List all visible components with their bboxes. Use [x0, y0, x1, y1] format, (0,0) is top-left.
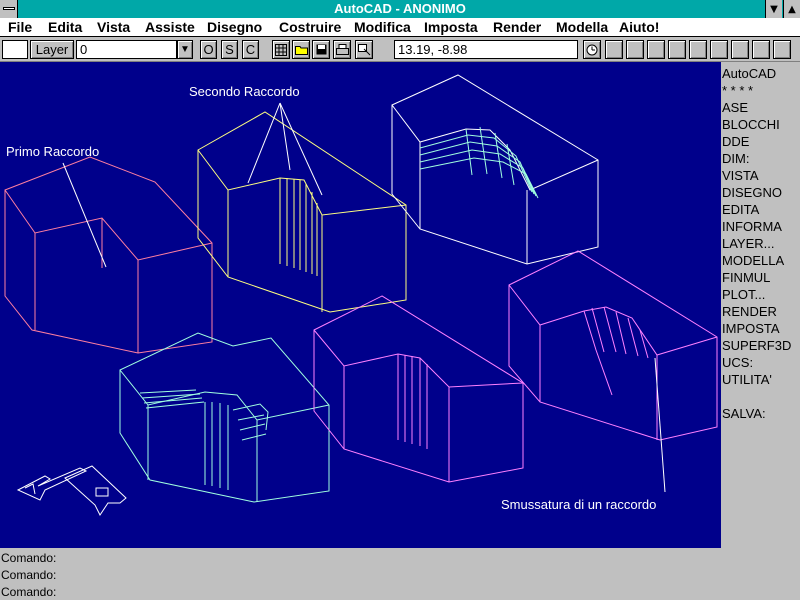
- toolbar-blank-button-9[interactable]: [773, 40, 791, 59]
- screen-menu-item[interactable]: EDITA: [722, 202, 759, 217]
- color-swatch[interactable]: [2, 40, 28, 59]
- screen-menu-item[interactable]: IMPOSTA: [722, 321, 780, 336]
- toolbar-blank-button-8[interactable]: [752, 40, 770, 59]
- menu-bar: File Edita Vista Assiste Disegno Costrui…: [0, 18, 800, 37]
- layer-button[interactable]: Layer: [30, 40, 74, 59]
- layer-dropdown-arrow[interactable]: ▼: [177, 40, 193, 59]
- coordinates-value: 13.19, -8.98: [398, 42, 468, 57]
- menu-costruire[interactable]: Costruire: [279, 19, 341, 35]
- coordinates-display: 13.19, -8.98: [394, 40, 578, 59]
- toolbar-blank-button-2[interactable]: [626, 40, 644, 59]
- chevron-down-icon: ▼: [180, 44, 190, 55]
- screen-menu-item[interactable]: INFORMA: [722, 219, 782, 234]
- maximize-button[interactable]: ▲: [783, 0, 800, 18]
- toolbar-blank-button-5[interactable]: [689, 40, 707, 59]
- screen-menu-item[interactable]: DDE: [722, 134, 749, 149]
- screen-menu-item[interactable]: DIM:: [722, 151, 749, 166]
- label-secondo-raccordo: Secondo Raccordo: [189, 84, 300, 99]
- layer-dropdown[interactable]: 0: [76, 40, 177, 59]
- menu-vista[interactable]: Vista: [97, 19, 130, 35]
- timer-button[interactable]: [583, 40, 601, 59]
- osnap-button-c[interactable]: C: [242, 40, 259, 59]
- screen-menu-item[interactable]: UTILITA': [722, 372, 772, 387]
- screen-menu-item[interactable]: VISTA: [722, 168, 759, 183]
- screen-menu-item[interactable]: LAYER...: [722, 236, 775, 251]
- menu-file[interactable]: File: [8, 19, 32, 35]
- solid-raccordo-4: [119, 332, 330, 503]
- label-smussatura: Smussatura di un raccordo: [501, 497, 656, 512]
- solid-raccordo-5: [313, 295, 524, 483]
- grid-icon: [275, 43, 287, 56]
- pick-cursor-icon: [357, 43, 370, 55]
- print-button[interactable]: [333, 40, 351, 59]
- solid-primo-raccordo: [4, 156, 213, 354]
- command-line: Comando:: [1, 551, 57, 565]
- screen-menu-item[interactable]: UCS:: [722, 355, 753, 370]
- screen-menu-item[interactable]: RENDER: [722, 304, 777, 319]
- grid-button[interactable]: [272, 40, 290, 59]
- screen-menu-item[interactable]: SALVA:: [722, 406, 766, 421]
- menu-disegno[interactable]: Disegno: [207, 19, 262, 35]
- menu-imposta[interactable]: Imposta: [424, 19, 478, 35]
- drawing-area[interactable]: Primo Raccordo Secondo Raccordo Smussatu…: [0, 62, 721, 548]
- screen-menu-item[interactable]: AutoCAD: [722, 66, 776, 81]
- screen-menu-item[interactable]: SUPERF3D: [722, 338, 791, 353]
- title-bar: AutoCAD - ANONIMO ▼ ▲: [0, 0, 800, 18]
- leader-primo: [62, 162, 107, 268]
- window-title: AutoCAD - ANONIMO: [334, 1, 466, 16]
- leader-secondo: [247, 102, 323, 196]
- menu-aiuto[interactable]: Aiuto!: [619, 19, 659, 35]
- minimize-icon: ▼: [770, 3, 778, 15]
- open-folder-icon: [294, 46, 308, 55]
- screen-menu-item[interactable]: * * * *: [722, 83, 753, 98]
- osnap-button-s[interactable]: S: [221, 40, 238, 59]
- command-line: Comando:: [1, 568, 57, 582]
- toolbar-blank-button-1[interactable]: [605, 40, 623, 59]
- label-primo-raccordo: Primo Raccordo: [6, 144, 99, 159]
- toolbar-blank-button-3[interactable]: [647, 40, 665, 59]
- drawing-canvas: Primo Raccordo Secondo Raccordo Smussatu…: [4, 74, 718, 516]
- menu-assiste[interactable]: Assiste: [145, 19, 195, 35]
- toolbar-blank-button-7[interactable]: [731, 40, 749, 59]
- solid-raccordo-3: [391, 74, 599, 265]
- osnap-button-o[interactable]: O: [200, 40, 217, 59]
- toolbar: Layer 0 ▼ O S C 13.19, -8.98: [0, 37, 800, 62]
- screen-menu-item[interactable]: PLOT...: [722, 287, 765, 302]
- toolbar-blank-button-6[interactable]: [710, 40, 728, 59]
- command-area[interactable]: Comando: Comando: Comando:: [0, 548, 800, 600]
- screen-menu-item[interactable]: FINMUL: [722, 270, 770, 285]
- screen-menu-item[interactable]: BLOCCHI: [722, 117, 780, 132]
- clock-icon: [586, 44, 598, 55]
- layer-value: 0: [80, 42, 88, 57]
- solid-smussatura: [508, 250, 718, 441]
- screen-menu-item[interactable]: DISEGNO: [722, 185, 782, 200]
- select-button[interactable]: [355, 40, 373, 59]
- save-disk-icon: [316, 44, 326, 55]
- screen-menu: AutoCAD * * * * ASE BLOCCHI DDE DIM: VIS…: [721, 62, 800, 548]
- open-button[interactable]: [292, 40, 310, 59]
- printer-icon: [335, 44, 349, 55]
- menu-edita[interactable]: Edita: [48, 19, 82, 35]
- menu-render[interactable]: Render: [493, 19, 541, 35]
- menu-modifica[interactable]: Modifica: [354, 19, 411, 35]
- minimize-button[interactable]: ▼: [765, 0, 782, 18]
- solid-secondo-raccordo: [197, 111, 407, 313]
- ucs-icon: [16, 465, 127, 516]
- menu-modella[interactable]: Modella: [556, 19, 608, 35]
- screen-menu-item[interactable]: MODELLA: [722, 253, 784, 268]
- save-button[interactable]: [312, 40, 330, 59]
- screen-menu-item[interactable]: ASE: [722, 100, 748, 115]
- command-line: Comando:: [1, 585, 57, 599]
- maximize-icon: ▲: [788, 3, 796, 15]
- toolbar-blank-button-4[interactable]: [668, 40, 686, 59]
- raccordo-3-fillet: [419, 126, 539, 199]
